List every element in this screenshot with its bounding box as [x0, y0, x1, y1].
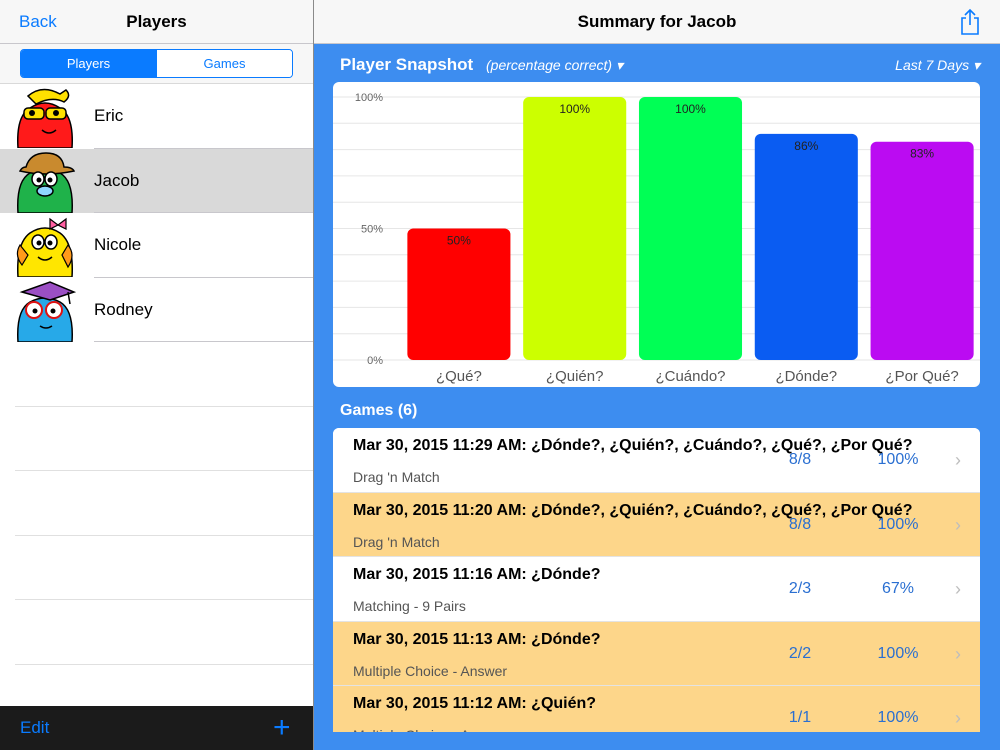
empty-row [15, 342, 313, 407]
game-score: 8/8 [788, 515, 812, 533]
bar-value-label: 86% [794, 139, 818, 153]
add-player-button[interactable]: + [273, 713, 291, 743]
share-icon[interactable] [958, 8, 982, 36]
player-row-nicole[interactable]: Nicole [0, 213, 313, 278]
game-type: Drag 'n Match [353, 533, 440, 550]
snapshot-chart-card: 0% 50% 100% 50% ¿Qué? 100% ¿Quién? 100% ¿Cuándo?… [333, 82, 980, 387]
bar-value-label: 50% [447, 234, 471, 248]
games-section-title: Games (6) [340, 402, 418, 419]
chevron-right-icon: › [955, 514, 961, 535]
bar-value-label: 100% [559, 102, 590, 116]
green-monster-avatar-icon [17, 151, 76, 213]
game-title: Mar 30, 2015 11:13 AM: ¿Dónde? [353, 630, 601, 648]
x-category-label: ¿Dónde? [775, 368, 837, 385]
game-title: Mar 30, 2015 11:12 AM: ¿Quién? [353, 695, 597, 712]
game-score: 1/1 [788, 709, 812, 726]
snapshot-bar-chart: 0% 50% 100% 50% ¿Qué? 100% ¿Quién? 100% ¿Cuándo?… [333, 92, 980, 385]
bar [754, 133, 858, 360]
player-name: Eric [94, 106, 124, 125]
x-category-label: ¿Qué? [436, 368, 482, 385]
players-games-segmented-control: Players Games [20, 49, 293, 78]
y-tick-label: 100% [355, 92, 383, 104]
right-nav-bar: Summary for Jacob [314, 0, 1000, 44]
game-score: 2/3 [788, 580, 812, 597]
bar [523, 97, 627, 360]
player-name: Nicole [94, 235, 142, 254]
row-separator [94, 341, 313, 342]
games-list: Mar 30, 2015 11:29 AM: ¿Dónde?, ¿Quién?,… [333, 428, 980, 732]
chevron-right-icon: › [955, 708, 961, 728]
game-row[interactable]: Mar 30, 2015 11:13 AM: ¿Dónde? Multiple … [333, 621, 980, 686]
yellow-monster-avatar-icon [16, 217, 73, 277]
bar [870, 141, 974, 360]
game-type: Multiple Choice - Answer [353, 662, 508, 679]
players-pane: Back Players Players Games Eric Jacob Ni… [0, 0, 313, 750]
player-list: Eric Jacob Nicole Rodney [0, 84, 313, 665]
chevron-right-icon: › [955, 643, 961, 664]
game-row[interactable]: Mar 30, 2015 11:16 AM: ¿Dónde? Matching … [333, 557, 980, 622]
game-type: Multiple Choice - Answer [353, 727, 507, 732]
empty-row [15, 407, 313, 471]
bar-value-label: 100% [675, 102, 706, 116]
back-button[interactable]: Back [19, 12, 57, 32]
bar [407, 228, 511, 360]
empty-row [15, 471, 313, 536]
empty-row [15, 600, 313, 665]
segment-bar: Players Games [0, 44, 313, 84]
game-score: 2/2 [788, 644, 812, 662]
edit-button[interactable]: Edit [20, 718, 49, 738]
game-row[interactable]: Mar 30, 2015 11:12 AM: ¿Quién? Multiple … [333, 686, 980, 732]
game-row[interactable]: Mar 30, 2015 11:20 AM: ¿Dónde?, ¿Quién?,… [333, 492, 980, 557]
game-percent: 67% [881, 580, 915, 597]
player-row-eric[interactable]: Eric [0, 84, 313, 149]
left-nav-bar: Back Players [0, 0, 313, 44]
game-type: Drag 'n Match [353, 469, 440, 485]
player-snapshot-title: Player Snapshot [340, 55, 474, 74]
summary-pane: Summary for Jacob Player Snapshot (perce… [314, 0, 1000, 750]
game-percent: 100% [877, 451, 919, 468]
game-title: Mar 30, 2015 11:16 AM: ¿Dónde? [353, 566, 601, 583]
summary-title: Summary for Jacob [577, 12, 737, 31]
blue-monster-avatar-icon [17, 280, 77, 342]
bar-value-label: 83% [910, 147, 934, 161]
x-category-label: ¿Quién? [546, 368, 604, 385]
chevron-right-icon: › [955, 450, 961, 470]
left-bottom-toolbar: Edit + [0, 706, 313, 750]
player-row-jacob[interactable]: Jacob [0, 148, 313, 213]
segment-games[interactable]: Games [156, 50, 292, 77]
game-percent: 100% [877, 644, 919, 662]
y-tick-label: 0% [367, 355, 383, 367]
game-row[interactable]: Mar 30, 2015 11:29 AM: ¿Dónde?, ¿Quién?,… [333, 428, 980, 493]
bar [638, 97, 743, 360]
red-monster-avatar-icon [17, 88, 73, 148]
y-tick-label: 50% [361, 224, 383, 236]
segment-players[interactable]: Players [21, 50, 156, 77]
date-range-dropdown[interactable]: Last 7 Days ▾ [895, 57, 980, 74]
game-percent: 100% [877, 709, 919, 726]
player-name: Rodney [94, 299, 153, 319]
x-category-label: ¿Por Qué? [885, 368, 958, 385]
empty-row [15, 536, 313, 600]
game-type: Matching - 9 Pairs [353, 598, 466, 614]
x-category-label: ¿Cuándo? [655, 368, 725, 385]
chevron-right-icon: › [955, 579, 961, 599]
game-percent: 100% [877, 515, 919, 533]
player-name: Jacob [94, 170, 140, 190]
game-score: 8/8 [788, 451, 812, 468]
player-row-rodney[interactable]: Rodney [0, 277, 313, 342]
metric-dropdown[interactable]: (percentage correct) ▾ [486, 57, 623, 74]
